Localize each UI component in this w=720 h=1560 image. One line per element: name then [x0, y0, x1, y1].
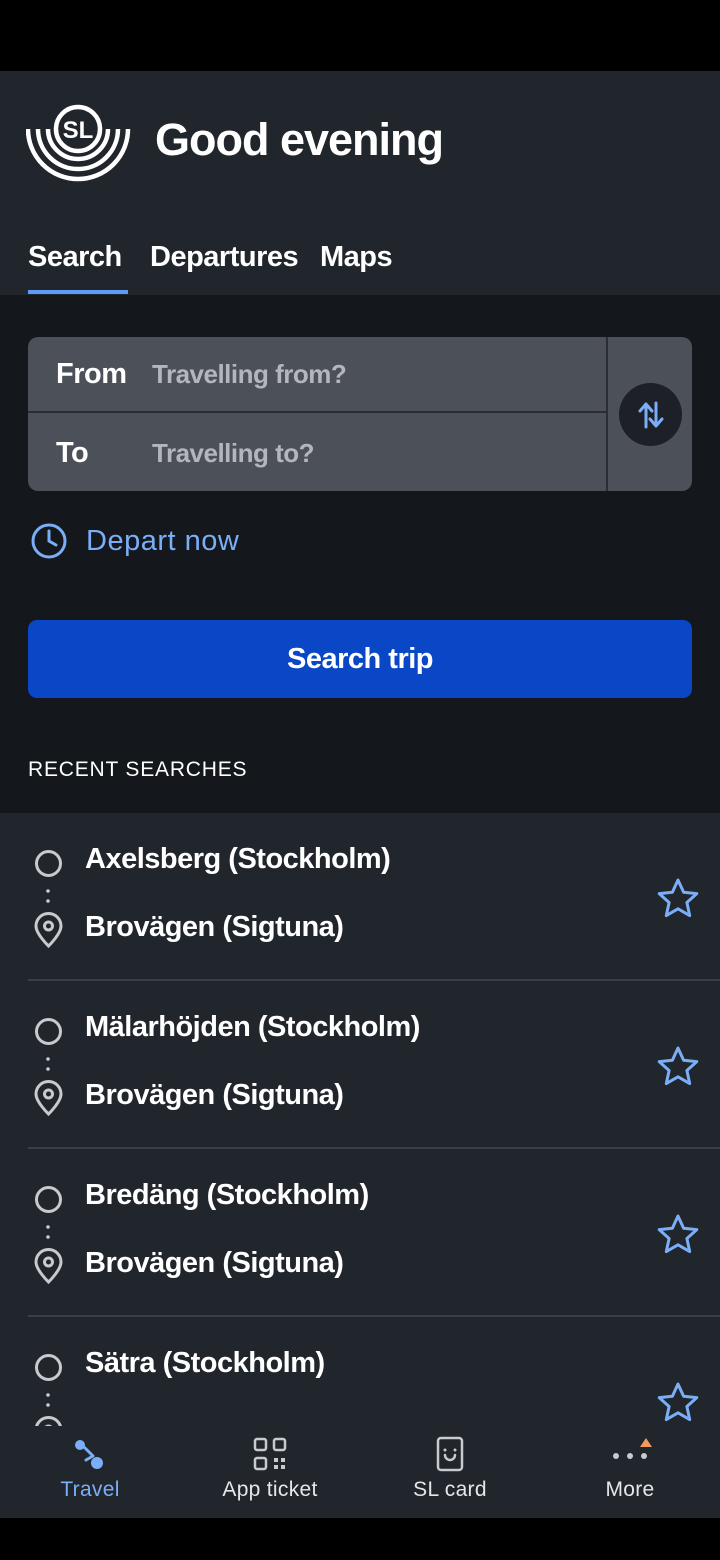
svg-text:SL: SL	[63, 117, 94, 144]
origin-name: Sätra (Stockholm)	[85, 1347, 325, 1379]
clock-icon	[31, 523, 67, 559]
travel-route-icon	[75, 1440, 103, 1469]
favorite-star-icon[interactable]	[656, 1045, 700, 1087]
search-panel: From To Depart now Search trip RECENT SE…	[0, 295, 720, 813]
origin-circle-icon	[35, 850, 62, 877]
list-item[interactable]: Bredäng (Stockholm) Brovägen (Sigtuna)	[0, 1149, 720, 1317]
swap-vertical-icon	[638, 401, 663, 428]
favorite-star-icon[interactable]	[656, 877, 700, 919]
route-dots-icon	[46, 1057, 50, 1071]
nav-app-ticket[interactable]: App ticket	[180, 1426, 360, 1518]
from-input[interactable]	[152, 358, 572, 390]
system-navigation-bar	[0, 1518, 720, 1560]
to-label: To	[56, 436, 89, 469]
nav-label: Travel	[60, 1478, 120, 1501]
destination-name: Brovägen (Sigtuna)	[85, 1079, 344, 1111]
trip-form: From To	[28, 337, 692, 491]
origin-name: Mälarhöjden (Stockholm)	[85, 1011, 420, 1043]
nav-travel[interactable]: Travel	[0, 1426, 180, 1518]
location-pin-icon	[35, 1416, 62, 1426]
route-dots-icon	[46, 1225, 50, 1239]
nav-label: SL card	[413, 1478, 487, 1501]
tab-departures[interactable]: Departures	[150, 241, 299, 295]
list-item[interactable]: Axelsberg (Stockholm) Brovägen (Sigtuna)	[0, 813, 720, 981]
location-pin-icon	[34, 912, 63, 948]
origin-circle-icon	[35, 1018, 62, 1045]
origin-circle-icon	[35, 1354, 62, 1381]
list-item[interactable]: Mälarhöjden (Stockholm) Brovägen (Sigtun…	[0, 981, 720, 1149]
favorite-star-icon[interactable]	[656, 1213, 700, 1255]
from-label: From	[56, 357, 127, 390]
to-input[interactable]	[152, 437, 572, 469]
search-trip-button[interactable]: Search trip	[28, 620, 692, 698]
origin-circle-icon	[35, 1186, 62, 1213]
destination-name: Brovägen (Sigtuna)	[85, 1247, 344, 1279]
tab-bar: Search Departures Maps	[0, 241, 720, 295]
origin-name: Bredäng (Stockholm)	[85, 1179, 369, 1211]
divider	[606, 337, 608, 491]
location-pin-icon	[34, 1248, 63, 1284]
route-dots-icon	[46, 889, 50, 903]
list-item[interactable]: Sätra (Stockholm)	[0, 1317, 720, 1426]
tab-maps[interactable]: Maps	[320, 241, 393, 295]
sl-card-icon	[436, 1436, 464, 1472]
status-bar	[0, 0, 720, 71]
qr-code-icon	[253, 1437, 287, 1471]
more-dots-icon	[613, 1438, 652, 1459]
depart-time-selector[interactable]: Depart now	[30, 521, 239, 561]
greeting-title: Good evening	[155, 114, 444, 165]
from-row: From	[28, 337, 606, 413]
swap-button[interactable]	[619, 383, 682, 446]
route-dots-icon	[46, 1393, 50, 1407]
sl-logo: SL	[26, 104, 131, 182]
nav-label: App ticket	[222, 1478, 318, 1501]
notification-badge-icon	[640, 1438, 652, 1447]
to-row: To	[28, 415, 606, 491]
bottom-navigation: Travel App ticket SL card More	[0, 1426, 720, 1518]
nav-more[interactable]: More	[540, 1426, 720, 1518]
origin-name: Axelsberg (Stockholm)	[85, 843, 391, 875]
depart-label: Depart now	[86, 524, 240, 557]
recent-searches-heading: RECENT SEARCHES	[28, 758, 248, 781]
app-header: SL Good evening Search Departures Maps	[0, 71, 720, 295]
destination-name: Brovägen (Sigtuna)	[85, 911, 344, 943]
nav-label: More	[605, 1478, 655, 1501]
recent-searches-list: Axelsberg (Stockholm) Brovägen (Sigtuna)…	[0, 813, 720, 1426]
nav-sl-card[interactable]: SL card	[360, 1426, 540, 1518]
location-pin-icon	[34, 1080, 63, 1116]
tab-search[interactable]: Search	[28, 241, 128, 295]
favorite-star-icon[interactable]	[656, 1381, 700, 1423]
